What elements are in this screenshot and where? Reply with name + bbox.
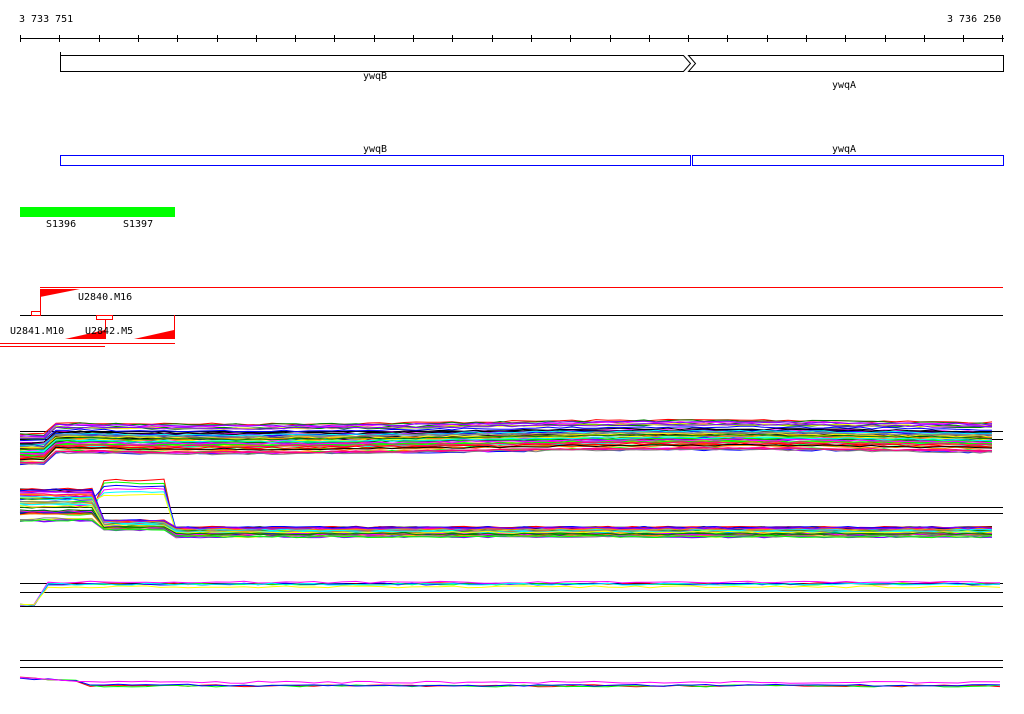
ruler-start-label: 3 733 751 — [19, 14, 74, 25]
ruler-end-label: 3 736 250 — [947, 14, 1002, 25]
coordinate-ruler — [20, 35, 1004, 42]
gene-ywqB[interactable] — [60, 52, 692, 72]
terminator-label: S1397 — [123, 219, 154, 230]
upshift-label: U2840.M16 — [78, 292, 133, 303]
expression-profile — [19, 585, 1001, 606]
genome-browser-canvas — [0, 35, 1004, 688]
upshift-track[interactable] — [0, 287, 1003, 347]
expression-tracks — [19, 418, 1003, 688]
gene-label-ywqA: ywqA — [832, 80, 857, 91]
terminator-bar[interactable] — [20, 207, 175, 217]
gene-ywqA[interactable] — [687, 55, 1004, 72]
upshift-label: U2842.M5 — [85, 326, 134, 337]
expression-profile — [19, 677, 1001, 684]
operon-label-ywqA: ywqA — [832, 144, 857, 155]
gene-label-ywqB: ywqB — [363, 71, 388, 82]
terminator-label: S1396 — [46, 219, 77, 230]
operon-track[interactable] — [60, 155, 1004, 166]
upshift-label: U2841.M10 — [10, 326, 65, 337]
operon-label-ywqB: ywqB — [363, 144, 388, 155]
